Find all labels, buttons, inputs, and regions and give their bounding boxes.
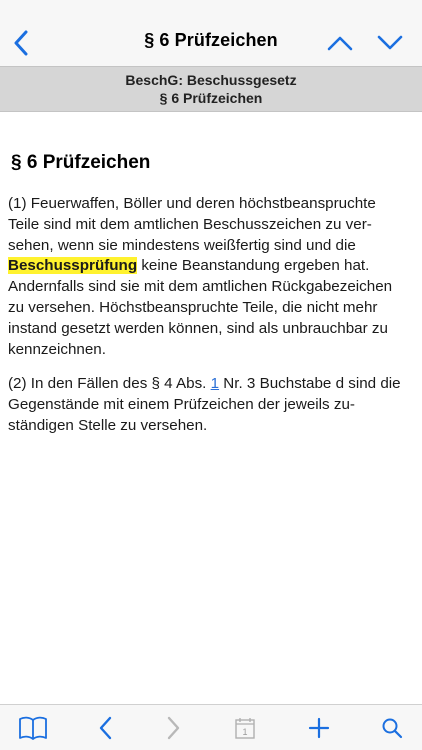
calendar-button[interactable]: 1 bbox=[229, 713, 261, 743]
bottom-toolbar: 1 bbox=[0, 704, 422, 750]
law-header: BeschG: Beschussgesetz § 6 Prüfzeichen bbox=[0, 66, 422, 112]
navigation-bar: § 6 Prüfzeichen bbox=[0, 0, 422, 66]
table-of-contents-button[interactable] bbox=[17, 713, 49, 743]
section-name: § 6 Prüfzeichen bbox=[159, 90, 263, 106]
calendar-icon: 1 bbox=[235, 718, 255, 739]
paragraph-2: (2) In den Fällen des § 4 Abs. 1 Nr. 3 B… bbox=[8, 374, 410, 436]
plus-icon bbox=[308, 717, 330, 739]
next-section-button[interactable] bbox=[374, 28, 406, 58]
calendar-number: 1 bbox=[242, 727, 247, 737]
previous-section-button[interactable] bbox=[324, 28, 356, 58]
reference-link[interactable]: 1 bbox=[211, 375, 219, 392]
arrow-forward-icon bbox=[167, 716, 180, 740]
page-title: § 6 Prüfzeichen bbox=[144, 30, 278, 50]
paragraph-2-text-start: (2) In den Fällen des § 4 Abs. bbox=[8, 375, 211, 393]
section-heading: § 6 Prüfzeichen bbox=[11, 152, 151, 173]
search-icon bbox=[382, 718, 403, 739]
chevron-up-icon bbox=[327, 36, 353, 51]
add-bookmark-button[interactable] bbox=[303, 713, 335, 743]
paragraph-1: (1) Feuerwaffen, Böller und deren höchst… bbox=[8, 194, 410, 360]
arrow-back-icon bbox=[99, 716, 112, 740]
history-forward-button[interactable] bbox=[157, 713, 189, 743]
search-highlight: Beschussprüfung bbox=[8, 257, 138, 275]
search-button[interactable] bbox=[376, 713, 408, 743]
law-name: BeschG: Beschussgesetz bbox=[125, 72, 297, 88]
article-content: § 6 Prüfzeichen (1) Feuerwaffen, Böller … bbox=[8, 150, 410, 451]
chevron-down-icon bbox=[377, 35, 403, 50]
paragraph-1-text-start: (1) Feuerwaffen, Böller und deren höchst… bbox=[8, 195, 376, 254]
book-icon bbox=[19, 716, 47, 740]
history-back-button[interactable] bbox=[90, 713, 122, 743]
